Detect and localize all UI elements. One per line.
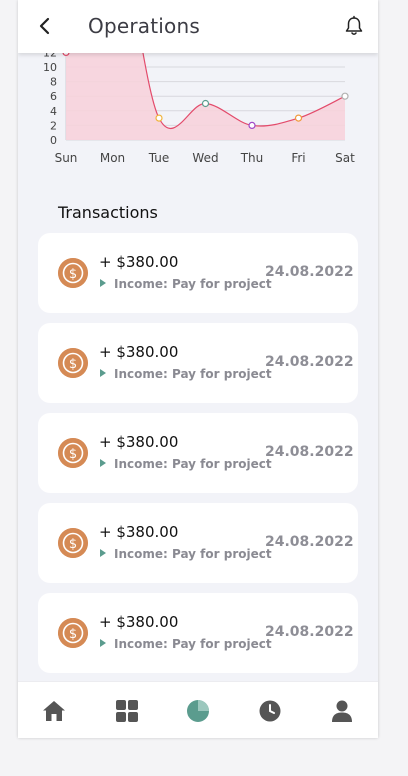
user-icon[interactable] — [329, 698, 355, 724]
transaction-date: 24.08.2022 — [265, 264, 354, 280]
chevron-left-icon[interactable] — [35, 14, 55, 38]
data-point[interactable] — [294, 114, 303, 122]
phone-screen: 02468101214SunMonTueWedThuFriSat Operati… — [18, 0, 378, 738]
transaction-amount: + $380.00 — [99, 343, 179, 361]
transaction-description: Income: Pay for project — [114, 457, 272, 471]
transaction-date: 24.08.2022 — [265, 534, 354, 550]
bell-icon[interactable] — [343, 15, 365, 37]
y-tick-label: 4 — [50, 105, 57, 118]
data-point[interactable] — [248, 121, 256, 130]
transaction-date: 24.08.2022 — [265, 444, 354, 460]
svg-text:$: $ — [69, 537, 77, 552]
dollar-coin-icon: $ — [58, 258, 88, 288]
transaction-amount: + $380.00 — [99, 613, 179, 631]
transaction-card[interactable]: $ + $380.00 Income: Pay for project 24.08.2… — [38, 323, 358, 403]
play-arrow-icon — [100, 369, 106, 377]
dollar-coin-icon: $ — [58, 438, 88, 468]
transaction-amount: + $380.00 — [99, 523, 179, 541]
transaction-card[interactable]: $ + $380.00 Income: Pay for project 24.08.2… — [38, 413, 358, 493]
transaction-card[interactable]: $ + $380.00 Income: Pay for project 24.08.2… — [38, 233, 358, 313]
transaction-card[interactable]: $ + $380.00 Income: Pay for project 24.08.2… — [38, 593, 358, 673]
transaction-date: 24.08.2022 — [265, 624, 354, 640]
x-tick-label: Sat — [335, 151, 355, 165]
transaction-description: Income: Pay for project — [114, 637, 272, 651]
data-point[interactable] — [155, 114, 163, 122]
play-arrow-icon — [100, 459, 106, 467]
home-icon[interactable] — [41, 698, 67, 724]
svg-text:$: $ — [69, 447, 77, 462]
transaction-card[interactable]: $ + $380.00 Income: Pay for project 24.08.2… — [38, 503, 358, 583]
transaction-amount: + $380.00 — [99, 433, 179, 451]
x-tick-label: Wed — [192, 151, 218, 165]
app-header: Operations — [18, 0, 378, 53]
y-tick-label: 6 — [50, 90, 57, 103]
x-tick-label: Thu — [240, 151, 264, 165]
svg-text:$: $ — [69, 627, 77, 642]
bottom-tab-bar — [18, 681, 378, 738]
transaction-description: Income: Pay for project — [114, 547, 272, 561]
y-tick-label: 0 — [50, 134, 57, 147]
grid-icon[interactable] — [114, 698, 140, 724]
transaction-description: Income: Pay for project — [114, 367, 272, 381]
x-tick-label: Mon — [100, 151, 125, 165]
data-point[interactable] — [201, 99, 210, 108]
x-tick-label: Fri — [291, 151, 305, 165]
y-tick-label: 2 — [50, 119, 57, 132]
transaction-date: 24.08.2022 — [265, 354, 354, 370]
dollar-coin-icon: $ — [58, 618, 88, 648]
x-tick-label: Sun — [55, 151, 78, 165]
dollar-coin-icon: $ — [58, 528, 88, 558]
play-arrow-icon — [100, 639, 106, 647]
y-tick-label: 8 — [50, 76, 57, 89]
pie-chart-icon[interactable] — [185, 698, 211, 724]
svg-text:$: $ — [69, 357, 77, 372]
clock-icon[interactable] — [257, 698, 283, 724]
play-arrow-icon — [100, 549, 106, 557]
dollar-coin-icon: $ — [58, 348, 88, 378]
data-point[interactable] — [341, 92, 349, 100]
page-title: Operations — [88, 14, 200, 38]
transaction-amount: + $380.00 — [99, 253, 179, 271]
transaction-description: Income: Pay for project — [114, 277, 272, 291]
y-tick-label: 10 — [43, 61, 57, 74]
transactions-heading: Transactions — [58, 203, 158, 222]
svg-text:$: $ — [69, 267, 77, 282]
play-arrow-icon — [100, 279, 106, 287]
x-tick-label: Tue — [148, 151, 170, 165]
